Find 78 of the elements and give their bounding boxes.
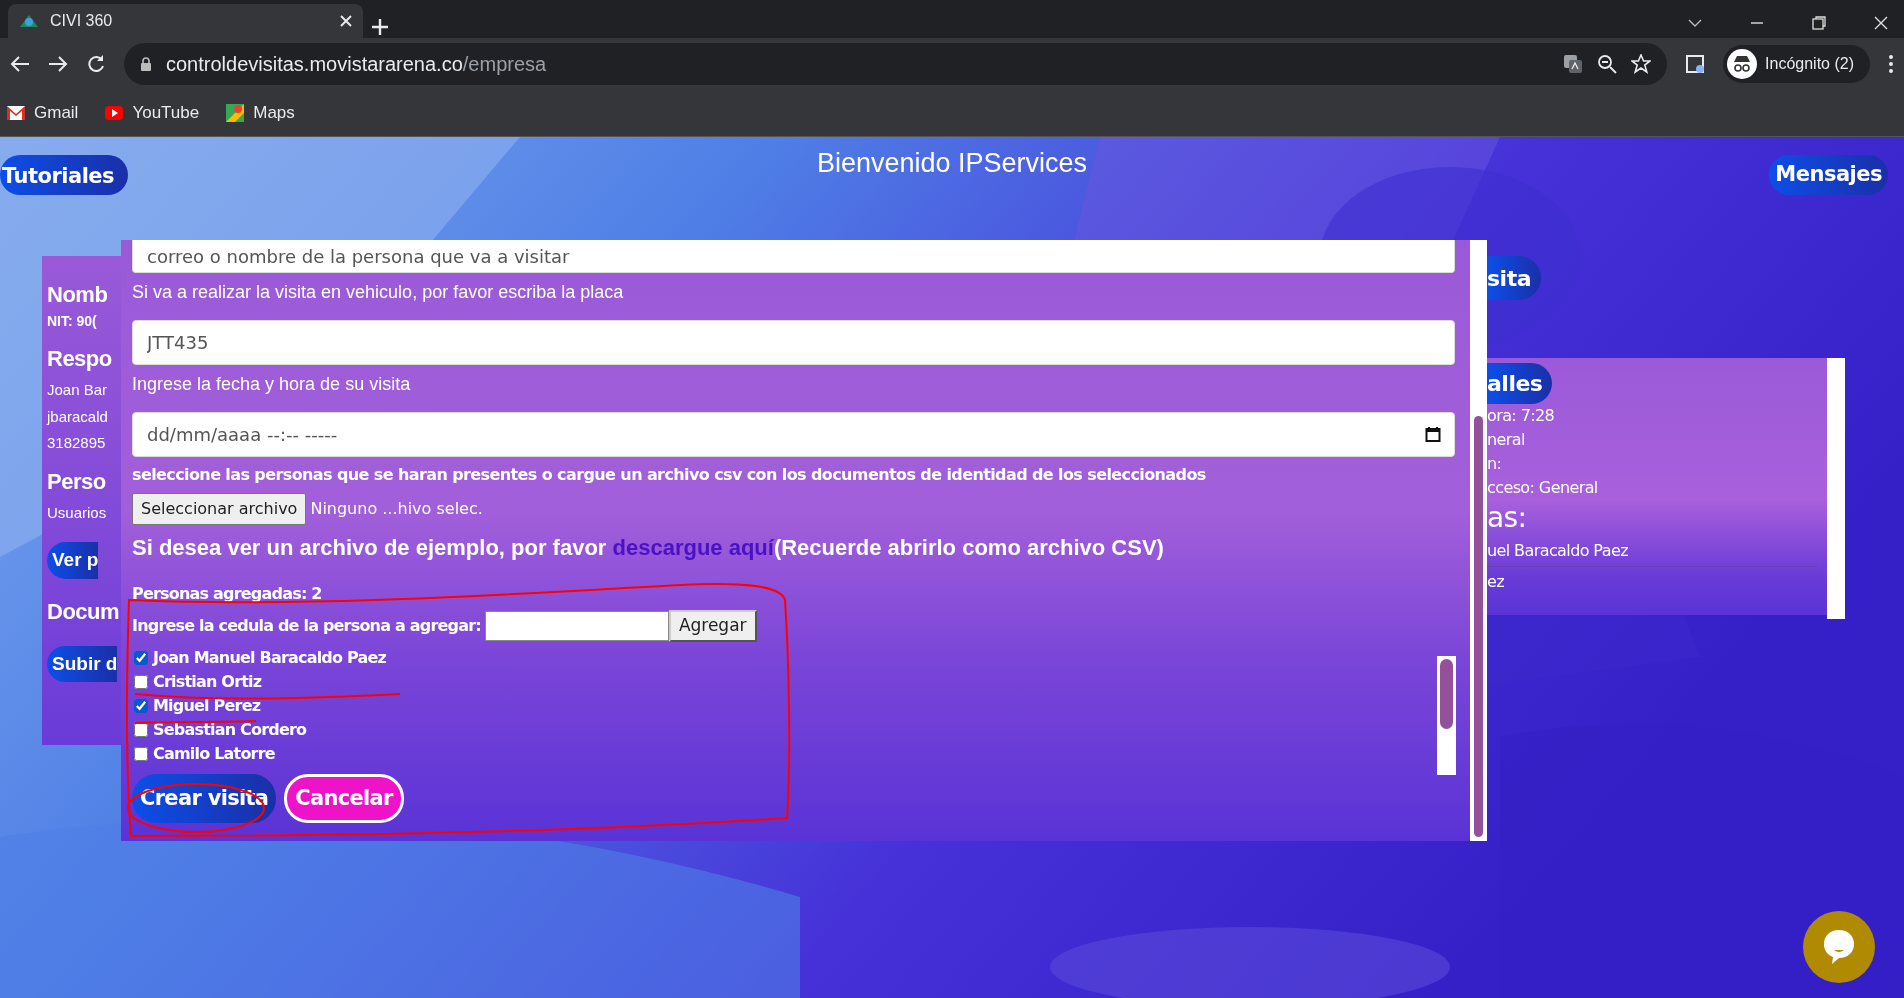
card-heading: Docum — [47, 597, 121, 626]
detail-heading: as: — [1487, 500, 1528, 536]
card-button[interactable]: Subir d — [47, 645, 118, 682]
browser-tab[interactable]: CIVI 360 — [8, 4, 363, 38]
page-title: Bienvenido IPServices — [816, 147, 1088, 180]
card-heading: Perso — [47, 467, 107, 496]
person-option[interactable]: Miguel Perez — [132, 693, 261, 718]
tutorials-button[interactable]: Tutoriales — [0, 155, 129, 195]
chat-bubble-icon — [1822, 928, 1856, 966]
card-heading: Respo — [47, 345, 113, 373]
restore-icon[interactable] — [1812, 16, 1826, 30]
bookmark-link[interactable]: YouTube — [104, 100, 200, 126]
scrollbar[interactable] — [1470, 240, 1487, 841]
checkbox[interactable] — [134, 674, 148, 689]
site-logo-icon — [18, 13, 40, 29]
id-field[interactable] — [484, 610, 669, 641]
bookmark-link[interactable]: Maps — [225, 100, 295, 126]
bookmark-link[interactable]: Gmail — [6, 100, 79, 126]
cancel-button[interactable]: Cancelar — [284, 773, 404, 823]
play-icon — [104, 103, 125, 123]
messages-button[interactable]: Mensajes — [1769, 155, 1888, 195]
scroll-thumb[interactable] — [1474, 416, 1483, 837]
field-label: Ingrese la cedula de la persona a agregar: — [132, 614, 481, 637]
profile-chip[interactable]: Incógnito (2) — [1723, 45, 1870, 83]
add-button[interactable]: Agregar — [668, 610, 757, 642]
card-button[interactable]: Ver p — [47, 542, 99, 579]
reload-icon[interactable] — [86, 54, 106, 74]
person-item: ez — [1487, 567, 1817, 598]
url-text: controldevisitas.movistararena.co/empresa — [166, 52, 548, 77]
host-field[interactable]: correo o nombre de la persona que va a visitar — [132, 240, 1455, 273]
file-button[interactable]: Seleccionar archivo — [132, 493, 307, 525]
side-panel-icon[interactable] — [1685, 54, 1706, 74]
close-icon[interactable] — [1874, 16, 1888, 30]
scroll-thumb[interactable] — [1440, 659, 1453, 729]
file-status: Ninguno ...hivo selec. — [310, 498, 483, 520]
field-label: seleccione las personas que se haran presentes o cargue un archivo csv con los documentos de identidad de los seleccionados — [132, 464, 1207, 486]
detail-text: ora: 7:28 — [1487, 405, 1556, 427]
zoom-out-icon[interactable] — [1597, 54, 1618, 74]
calendar-icon[interactable] — [1425, 426, 1441, 442]
detail-text: neral — [1487, 429, 1526, 451]
address-bar[interactable]: controldevisitas.movistararena.co/empresa — [124, 43, 1668, 85]
example-text: Si desea ver un archivo de ejemplo, por favor descargue aquí(Recuerde abrirlo como archivo CSV) — [132, 534, 1165, 562]
mail-icon — [6, 103, 26, 123]
card-heading: Nomb — [47, 281, 109, 309]
back-arrow-icon[interactable] — [10, 55, 30, 73]
details-button[interactable]: alles — [1487, 363, 1553, 404]
checkbox[interactable] — [134, 722, 148, 737]
chevron-down-icon[interactable] — [1688, 18, 1702, 28]
close-icon[interactable] — [339, 14, 353, 28]
card-text: Joan Bar — [47, 380, 109, 400]
star-icon[interactable] — [1631, 54, 1652, 74]
card-subheading: NIT: 90( — [47, 312, 98, 331]
person-option[interactable]: Joan Manuel Baracaldo Paez — [132, 645, 387, 670]
lock-icon — [140, 56, 152, 72]
map-icon — [225, 103, 246, 123]
checkbox[interactable] — [134, 650, 148, 665]
field-label: Ingrese la fecha y hora de su visita — [132, 373, 412, 396]
card-text: Usuarios — [47, 502, 108, 523]
detail-text: cceso: General — [1487, 477, 1599, 499]
new-tab-icon[interactable] — [371, 17, 389, 36]
checkbox[interactable] — [134, 746, 148, 761]
incognito-icon — [1727, 49, 1758, 79]
scrollbar[interactable] — [1437, 656, 1456, 775]
person-option[interactable]: Sebastian Cordero — [132, 717, 307, 742]
detail-text: n: — [1487, 453, 1503, 475]
field-label: Si va a realizar la visita en vehiculo, por favor escriba la placa — [132, 281, 625, 304]
date-field[interactable]: dd/mm/aaaa --:-- ----- — [132, 412, 1455, 457]
menu-icon[interactable] — [1888, 54, 1894, 74]
visit-button[interactable]: sita — [1487, 256, 1541, 300]
card-text: 3182895 — [47, 433, 107, 453]
person-option[interactable]: Camilo Latorre — [132, 741, 275, 766]
person-option[interactable]: Cristian Ortiz — [132, 669, 262, 694]
translate-icon[interactable] — [1563, 54, 1584, 74]
checkbox[interactable] — [134, 698, 148, 713]
count-text: Personas agregadas: 2 — [132, 583, 323, 605]
person-item: uel Baracaldo Paez — [1487, 536, 1817, 567]
forward-arrow-icon[interactable] — [48, 55, 68, 73]
card-text: jbaracald — [47, 406, 109, 427]
